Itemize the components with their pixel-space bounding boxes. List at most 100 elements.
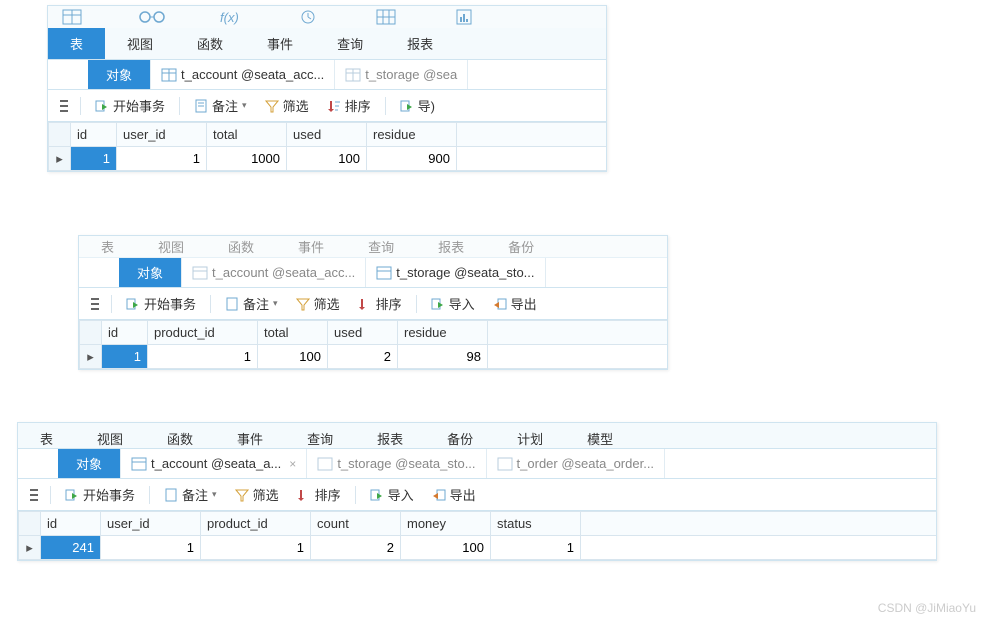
table-row[interactable]: ▸ 241 1 1 2 100 1 <box>19 536 937 560</box>
memo-label: 备注 <box>243 294 269 313</box>
menu-view[interactable]: 视图 <box>105 28 175 59</box>
tab-object[interactable]: 对象 <box>88 60 151 89</box>
cell-user-id[interactable]: 1 <box>101 536 201 560</box>
menu-function[interactable]: 函数 <box>206 236 276 257</box>
tab-storage[interactable]: t_storage @seata_sto... <box>307 449 486 478</box>
menu-view[interactable]: 视图 <box>136 236 206 257</box>
filter-label: 筛选 <box>253 485 279 504</box>
import-button[interactable]: 导入 <box>362 482 422 507</box>
menu-table[interactable]: 表 <box>18 423 75 448</box>
export-button[interactable]: 导出 <box>485 291 545 316</box>
table-row[interactable]: ▸ 1 1 100 2 98 <box>80 345 668 369</box>
menu-view[interactable]: 视图 <box>75 423 145 448</box>
filter-button[interactable]: 筛选 <box>227 482 287 507</box>
menu-function[interactable]: 函数 <box>175 28 245 59</box>
menu-table[interactable]: 表 <box>48 28 105 59</box>
cell-product-id[interactable]: 1 <box>201 536 311 560</box>
menu-backup[interactable]: 备份 <box>486 236 556 257</box>
hamburger-icon[interactable] <box>54 100 74 112</box>
sort-button[interactable]: 排序 <box>319 93 379 118</box>
col-used[interactable]: used <box>328 321 398 345</box>
col-total[interactable]: total <box>258 321 328 345</box>
col-money[interactable]: money <box>401 512 491 536</box>
tab-storage-label: t_storage @sea <box>365 67 457 82</box>
sort-button[interactable]: 排序 <box>289 482 349 507</box>
tab-account[interactable]: t_account @seata_a... × <box>121 449 307 478</box>
tab-object[interactable]: 对象 <box>119 258 182 287</box>
tab-account-label: t_account @seata_acc... <box>181 67 324 82</box>
close-icon[interactable]: × <box>289 457 296 471</box>
filter-label: 筛选 <box>283 96 309 115</box>
col-product-id[interactable]: product_id <box>148 321 258 345</box>
begin-transaction-button[interactable]: 开始事务 <box>57 482 143 507</box>
tab-account-label: t_account @seata_acc... <box>212 265 355 280</box>
tab-order[interactable]: t_order @seata_order... <box>487 449 666 478</box>
tab-account[interactable]: t_account @seata_acc... <box>182 258 366 287</box>
cell-user-id[interactable]: 1 <box>117 147 207 171</box>
tab-storage[interactable]: t_storage @sea <box>335 60 468 89</box>
col-user-id[interactable]: user_id <box>101 512 201 536</box>
menu-event[interactable]: 事件 <box>276 236 346 257</box>
export-label: 导出 <box>511 294 537 313</box>
menu-model[interactable]: 模型 <box>565 423 635 448</box>
col-residue[interactable]: residue <box>398 321 488 345</box>
cell-product-id[interactable]: 1 <box>148 345 258 369</box>
hamburger-icon[interactable] <box>85 298 105 310</box>
menu-query[interactable]: 查询 <box>315 28 385 59</box>
cell-used[interactable]: 2 <box>328 345 398 369</box>
cell-status[interactable]: 1 <box>491 536 581 560</box>
import-button[interactable]: 导入 <box>423 291 483 316</box>
menu-event[interactable]: 事件 <box>215 423 285 448</box>
menu-backup[interactable]: 备份 <box>425 423 495 448</box>
cell-id[interactable]: 1 <box>71 147 117 171</box>
cell-residue[interactable]: 98 <box>398 345 488 369</box>
menu-query[interactable]: 查询 <box>346 236 416 257</box>
menu-table[interactable]: 表 <box>79 236 136 257</box>
begin-transaction-button[interactable]: 开始事务 <box>118 291 204 316</box>
tab-object[interactable]: 对象 <box>58 449 121 478</box>
sort-icon <box>327 99 341 113</box>
tab-storage-label: t_storage @seata_sto... <box>337 456 475 471</box>
sort-button[interactable]: 排序 <box>350 291 410 316</box>
menu-event[interactable]: 事件 <box>245 28 315 59</box>
menu-report[interactable]: 报表 <box>355 423 425 448</box>
begin-transaction-button[interactable]: 开始事务 <box>87 93 173 118</box>
cell-used[interactable]: 100 <box>287 147 367 171</box>
menu-report[interactable]: 报表 <box>385 28 455 59</box>
export-button[interactable]: 导出 <box>424 482 484 507</box>
import-button[interactable]: 导) <box>392 93 443 118</box>
tab-account[interactable]: t_account @seata_acc... <box>151 60 335 89</box>
tab-storage[interactable]: t_storage @seata_sto... <box>366 258 545 287</box>
cell-total[interactable]: 1000 <box>207 147 287 171</box>
col-status[interactable]: status <box>491 512 581 536</box>
sort-label: 排序 <box>376 294 402 313</box>
memo-button[interactable]: 备注▾ <box>217 291 286 316</box>
cell-count[interactable]: 2 <box>311 536 401 560</box>
col-residue[interactable]: residue <box>367 123 457 147</box>
filter-button[interactable]: 筛选 <box>257 93 317 118</box>
memo-button[interactable]: 备注▾ <box>186 93 255 118</box>
filter-button[interactable]: 筛选 <box>288 291 348 316</box>
table-tab-icon <box>497 457 513 471</box>
import-label: 导入 <box>449 294 475 313</box>
col-user-id[interactable]: user_id <box>117 123 207 147</box>
table-row[interactable]: ▸ 1 1 1000 100 900 <box>49 147 607 171</box>
col-total[interactable]: total <box>207 123 287 147</box>
hamburger-icon[interactable] <box>24 489 44 501</box>
cell-residue[interactable]: 900 <box>367 147 457 171</box>
memo-button[interactable]: 备注▾ <box>156 482 225 507</box>
cell-total[interactable]: 100 <box>258 345 328 369</box>
col-id[interactable]: id <box>71 123 117 147</box>
col-used[interactable]: used <box>287 123 367 147</box>
col-count[interactable]: count <box>311 512 401 536</box>
cell-id[interactable]: 1 <box>102 345 148 369</box>
menu-report[interactable]: 报表 <box>416 236 486 257</box>
col-id[interactable]: id <box>102 321 148 345</box>
col-product-id[interactable]: product_id <box>201 512 311 536</box>
col-id[interactable]: id <box>41 512 101 536</box>
menu-function[interactable]: 函数 <box>145 423 215 448</box>
menu-query[interactable]: 查询 <box>285 423 355 448</box>
cell-money[interactable]: 100 <box>401 536 491 560</box>
menu-plan[interactable]: 计划 <box>495 423 565 448</box>
cell-id[interactable]: 241 <box>41 536 101 560</box>
